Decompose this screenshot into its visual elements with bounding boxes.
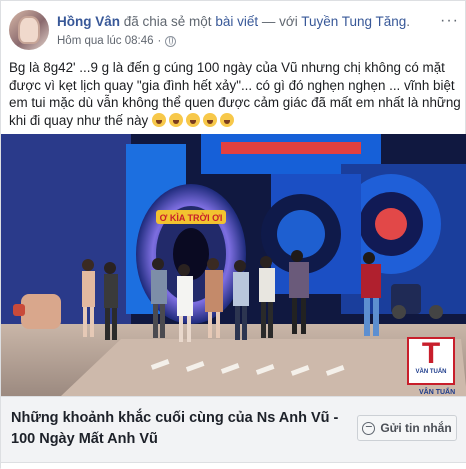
post-meta: Hôm qua lúc 08:46 · (57, 35, 177, 47)
tagged-person-link[interactable]: Tuyền Tung Tăng (301, 14, 406, 29)
emoji-row (151, 112, 237, 128)
crying-face-emoji (219, 112, 234, 127)
link-preview[interactable]: Những khoảnh khắc cuối cùng của Ns Anh V… (1, 396, 466, 462)
logo-letter: T (421, 337, 441, 370)
link-title[interactable]: Những khoảnh khắc cuối cùng của Ns Anh V… (11, 408, 351, 450)
crying-face-emoji (151, 112, 166, 127)
post-header: Hồng Vân đã chia sẻ một bài viết — với T… (9, 10, 459, 52)
send-message-label: Gửi tin nhắn (380, 421, 452, 435)
timestamp[interactable]: Hôm qua lúc 08:46 (57, 35, 154, 47)
crying-face-emoji (168, 112, 183, 127)
post-text: Bg là 8g42' ...9 g là đến g cúng 100 ngà… (9, 59, 461, 129)
headline-period: . (406, 14, 411, 29)
crying-face-emoji (202, 112, 217, 127)
more-options-button[interactable]: ··· (440, 12, 459, 30)
messenger-icon (362, 421, 376, 435)
logo-subtitle: VẦN TUẤN (415, 369, 447, 375)
send-message-button[interactable]: Gửi tin nhắn (357, 415, 457, 441)
video-frame: Ơ KÌA TRỜI ƠI (1, 134, 466, 396)
globe-icon[interactable] (165, 35, 177, 47)
post-card: Hồng Vân đã chia sẻ một bài viết — với T… (0, 0, 466, 469)
crying-face-emoji (185, 112, 200, 127)
action-text: đã chia sẻ một (120, 14, 216, 29)
avatar[interactable] (9, 10, 49, 50)
stage-sign: Ơ KÌA TRỜI ƠI (160, 212, 223, 223)
with-text: — với (258, 14, 302, 29)
author-name[interactable]: Hồng Vân (57, 14, 120, 29)
channel-logo: T VẦN TUẤN (407, 337, 455, 385)
video-player[interactable]: Ơ KÌA TRỜI ƠI (1, 134, 466, 396)
meta-separator: · (157, 35, 162, 47)
post-headline: Hồng Vân đã chia sẻ một bài viết — với T… (57, 14, 410, 29)
logo-caption: VÂN TUẤN (419, 389, 456, 396)
shared-item-link[interactable]: bài viết (215, 14, 258, 29)
